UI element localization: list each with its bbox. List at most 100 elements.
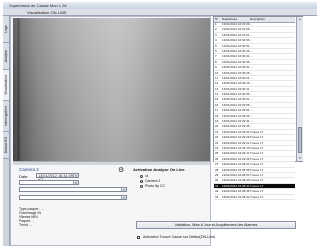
image-shading	[13, 18, 210, 161]
cell-number: 3	[215, 32, 217, 37]
cell-date: 13/01/2012 16:30:06	[222, 92, 250, 97]
radio-x1-circle[interactable]	[140, 174, 143, 178]
cell-date: 13/01/2012 16:28:31	[222, 194, 250, 199]
cell-description: ...	[250, 22, 253, 26]
selector-3-dropdown-icon[interactable]: ▾	[121, 196, 126, 200]
cell-number: 23	[215, 140, 219, 145]
cell-description: Trouve 17	[250, 129, 264, 134]
cell-date: 13/01/2012 16:29:56	[222, 102, 250, 107]
activation-checkbox-label: Activation Trouve Cause sur Defaut(ON-Li…	[143, 235, 216, 239]
tab-interrogation[interactable]: Interrogation	[3, 101, 9, 132]
cell-date: 13/01/2012 16:28:46	[222, 178, 250, 183]
cell-description: Trouve 17	[250, 167, 264, 172]
cell-date: 13/01/2012 16:29:36	[222, 124, 250, 129]
cell-number: 30	[215, 178, 219, 183]
date-dropdown-icon[interactable]: ▾	[73, 174, 78, 178]
event-list[interactable]: 1 13/01/2012 16:31:09... 2 13/01/2012 16:31…	[214, 22, 295, 200]
cell-number: 1	[215, 22, 217, 26]
cell-number: 25	[215, 151, 219, 156]
cell-date: 13/01/2012 16:28:41	[222, 183, 250, 188]
radio-camera-2[interactable]: Camera 2	[140, 179, 160, 183]
window-title: Supervision de Caisse Mon 1.26	[3, 2, 317, 9]
cell-description: Trouve 17	[250, 172, 264, 177]
cell-number: 19	[215, 119, 219, 124]
cell-description: Trouve 17	[250, 183, 264, 188]
cell-number: 14	[215, 92, 219, 97]
activation-checkbox-row[interactable]: Activation Trouve Cause sur Defaut(ON-Li…	[137, 235, 215, 239]
selector-field-1[interactable]: ▾	[19, 180, 79, 185]
cell-date: 13/01/2012 16:29:16	[222, 145, 250, 150]
cell-date: 13/01/2012 16:30:11	[222, 86, 250, 91]
cell-number: 32	[215, 189, 219, 194]
cell-date: 13/01/2012 16:29:06	[222, 156, 250, 161]
cell-description: Trouve 17	[250, 156, 264, 161]
cell-description: Trouve 17	[250, 140, 264, 145]
radio-photo[interactable]: Photo 8p CC	[140, 184, 165, 188]
cell-date: 13/01/2012 16:30:01	[222, 97, 250, 102]
selector-1-dropdown-icon[interactable]: ▾	[73, 181, 78, 185]
cell-number: 27	[215, 162, 219, 167]
cell-number: 28	[215, 167, 219, 172]
tab-logs[interactable]: Logs	[3, 16, 9, 43]
cell-description: ...	[250, 54, 253, 59]
cell-number: 11	[215, 75, 219, 80]
cell-number: 33	[215, 194, 219, 199]
cell-number: 21	[215, 129, 219, 134]
tab-interrogation-label: Interrogation	[4, 106, 8, 126]
cell-date: 13/01/2012 16:29:26	[222, 135, 250, 140]
cell-number: 9	[215, 65, 217, 70]
cell-description: Trouve 17	[250, 151, 264, 156]
activation-title: Activation Analyse On Line	[133, 167, 185, 172]
cell-description: Trouve 17	[250, 145, 264, 150]
cell-description: ...	[250, 124, 253, 129]
radio-camera-2-circle[interactable]	[140, 179, 143, 183]
scroll-down-icon[interactable]: ▾	[297, 156, 303, 161]
selector-2-dropdown-icon[interactable]: ▾	[121, 188, 126, 192]
view-mode-label: Visualisation ON-LINE	[3, 9, 317, 16]
tab-analyse[interactable]: Analyse	[3, 43, 9, 70]
validate-alarms-button[interactable]: Validation, Mise A Jour et Acquittement …	[136, 221, 296, 229]
scroll-up-icon[interactable]: ▴	[297, 17, 303, 22]
date-field[interactable]: 13/01/2012 16:31:09 (C) ▾	[36, 173, 79, 182]
tab-visualisation-label: Visualisation	[4, 75, 8, 95]
radio-camera-2-label: Camera 2	[145, 179, 161, 183]
cell-description: ...	[250, 32, 253, 37]
tab-defaut[interactable]: Defaut RG	[3, 132, 9, 159]
cell-date: 13/01/2012 16:29:31	[222, 129, 250, 134]
tab-visualisation[interactable]: Visualisation	[3, 70, 9, 101]
cell-number: 18	[215, 113, 219, 118]
scroll-thumb[interactable]	[298, 127, 302, 153]
cell-date: 13/01/2012 16:28:36	[222, 189, 250, 194]
cell-description: Trouve 17	[250, 162, 264, 167]
cell-number: 29	[215, 172, 219, 177]
radio-photo-circle[interactable]	[140, 184, 143, 188]
radio-x1[interactable]: x1	[140, 174, 149, 178]
table-row[interactable]: 33 13/01/2012 16:28:31 Trouve 17	[214, 195, 295, 200]
cell-number: 6	[215, 48, 217, 53]
cell-description: Trouve 17	[250, 135, 264, 140]
cell-date: 13/01/2012 16:30:31	[222, 65, 250, 70]
cell-date: 13/01/2012 16:29:21	[222, 140, 250, 145]
cell-description: ...	[250, 75, 253, 80]
activation-checkbox[interactable]	[137, 235, 140, 239]
cell-description: ...	[250, 65, 253, 70]
cell-number: 12	[215, 81, 219, 86]
cell-number: 24	[215, 145, 219, 150]
cell-number: 26	[215, 156, 219, 161]
event-list-scrollbar[interactable]: ▴ ▾	[296, 17, 303, 161]
cell-description: ...	[250, 97, 253, 102]
cell-date: 13/01/2012 16:30:16	[222, 81, 250, 86]
camera-icon[interactable]: ⚙	[118, 167, 126, 175]
camera-name: Camera 2	[19, 167, 39, 172]
selector-field-3[interactable]: ▾	[19, 195, 127, 200]
radio-x1-label: x1	[145, 174, 149, 178]
date-label: Date	[19, 174, 28, 179]
image-horizontal-scrollbar[interactable]	[13, 161, 210, 165]
cell-number: 10	[215, 70, 219, 75]
cell-description: Trouve 17	[250, 189, 264, 194]
cell-description: ...	[250, 43, 253, 48]
selector-field-2[interactable]: ▾	[19, 187, 127, 192]
cell-number: 22	[215, 135, 219, 140]
cell-date: 13/01/2012 16:30:21	[222, 75, 250, 80]
cell-number: 20	[215, 124, 219, 129]
